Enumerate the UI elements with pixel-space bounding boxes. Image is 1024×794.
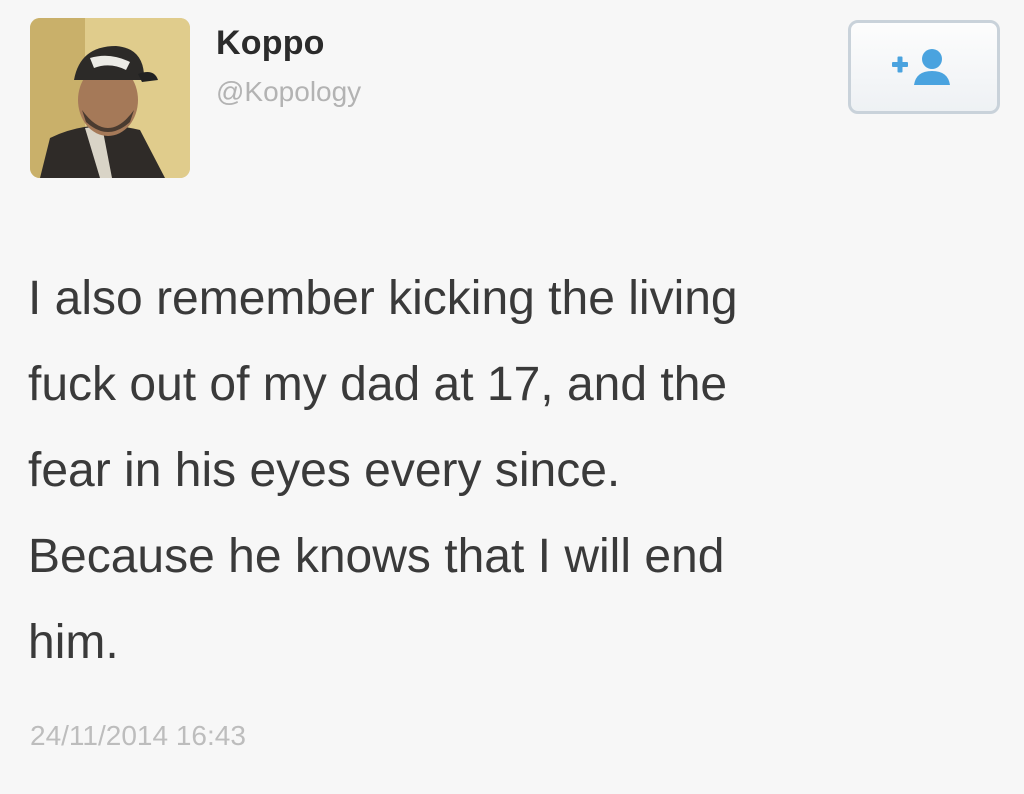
add-user-icon: [892, 49, 950, 85]
avatar[interactable]: [30, 18, 190, 178]
display-name[interactable]: Koppo: [216, 24, 325, 63]
profile-photo: [30, 18, 190, 178]
user-handle[interactable]: @Kopology: [216, 76, 361, 108]
follow-button[interactable]: [848, 20, 1000, 114]
tweet-text: I also remember kicking the living fuck …: [28, 272, 738, 669]
tweet-timestamp[interactable]: 24/11/2014 16:43: [30, 720, 246, 752]
tweet-card: Koppo @Kopology I also remember kicking …: [0, 0, 1024, 794]
